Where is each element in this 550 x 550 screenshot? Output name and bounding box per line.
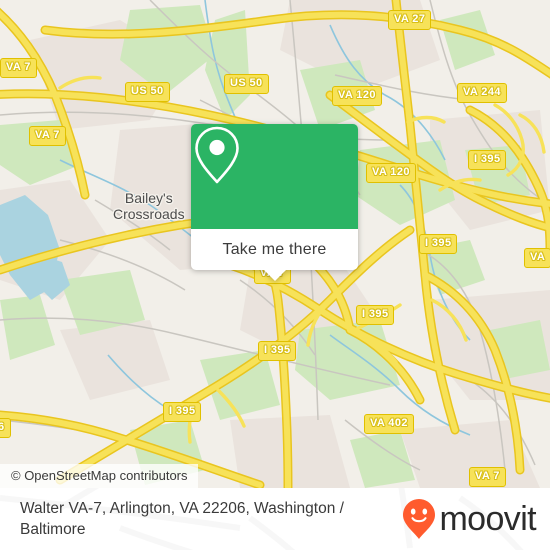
moovit-wordmark: moovit (439, 500, 536, 538)
take-me-there-label: Take me there (222, 240, 327, 258)
road-shield-va7-a: VA 7 (0, 58, 37, 78)
place-label-line1: Bailey's (124, 190, 173, 206)
road-shield-va7-d: VA 7 (469, 467, 506, 487)
road-shield-va120-a: VA 120 (332, 86, 382, 106)
road-shield-us50-a: US 50 (125, 82, 170, 102)
place-label-baileys-crossroads: Bailey's Crossroads (113, 190, 185, 222)
road-shield-i395-e: I 395 (163, 402, 202, 422)
road-shield-edge-6: 6 (0, 418, 11, 438)
road-shield-va120-b: VA 120 (366, 163, 416, 183)
road-shield-va7-b: VA 7 (29, 126, 66, 146)
road-shield-i395-a: I 395 (468, 150, 507, 170)
road-shield-va244: VA 244 (457, 83, 507, 103)
map-attribution[interactable]: © OpenStreetMap contributors (0, 464, 198, 488)
map-canvas[interactable]: Bailey's Crossroads VA 7 VA 7 US 50 US 5… (0, 0, 550, 488)
screenshot-root: Bailey's Crossroads VA 7 VA 7 US 50 US 5… (0, 0, 550, 550)
callout-pin-area (191, 124, 358, 229)
location-callout-card[interactable]: Take me there (191, 124, 358, 281)
location-title: Walter VA-7, Arlington, VA 22206, Washin… (20, 500, 344, 538)
road-shield-i395-d: I 395 (258, 341, 297, 361)
road-shield-us50-b: US 50 (224, 74, 269, 94)
road-shield-i395-b: I 395 (419, 234, 458, 254)
road-shield-va-edge: VA (524, 248, 550, 268)
road-shield-i395-c: I 395 (356, 305, 395, 325)
place-label-line2: Crossroads (113, 206, 185, 222)
map-pin-icon (195, 126, 239, 184)
callout-tip (263, 270, 286, 281)
footer-bar: Walter VA-7, Arlington, VA 22206, Washin… (0, 488, 550, 550)
road-shield-va27: VA 27 (388, 10, 432, 30)
moovit-smiley-pin-icon (403, 499, 436, 539)
road-shield-va402: VA 402 (364, 414, 414, 434)
callout-action-bar[interactable]: Take me there (191, 229, 358, 281)
moovit-brand: moovit (402, 498, 537, 540)
